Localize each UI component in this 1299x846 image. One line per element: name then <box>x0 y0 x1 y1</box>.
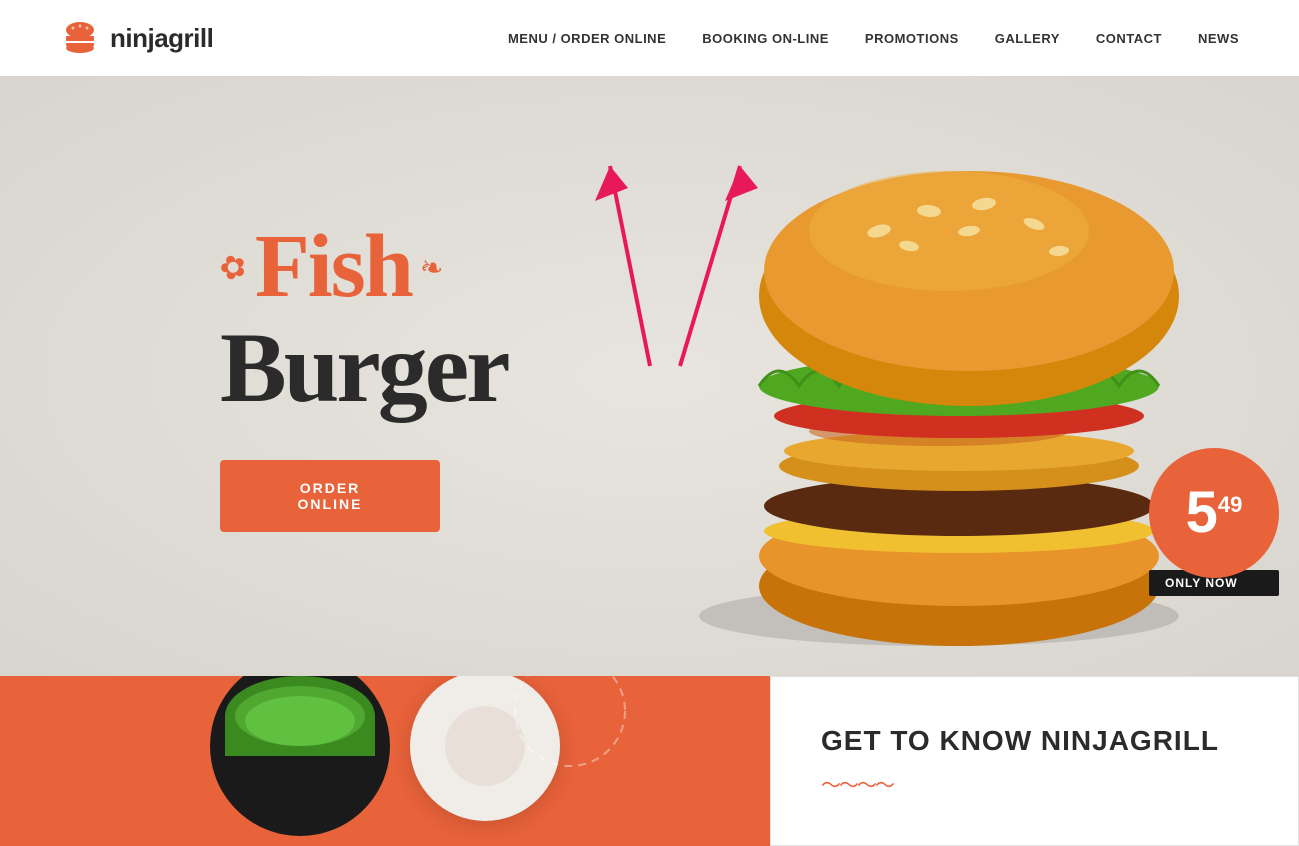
arrows-decoration <box>550 136 800 396</box>
nav-menu-order[interactable]: MENU / ORDER ONLINE <box>508 31 666 46</box>
nav-contact[interactable]: CONTACT <box>1096 31 1162 46</box>
hero-content: ✿ Fish ❧ Burger ORDER ONLINE <box>0 220 507 532</box>
order-online-button[interactable]: ORDER ONLINE <box>220 460 440 532</box>
hero-section: ✿ Fish ❧ Burger ORDER ONLINE <box>0 76 1299 676</box>
leaf-left-icon: ✿ <box>215 247 252 288</box>
food-image-section <box>0 676 770 846</box>
logo-icon <box>60 18 100 58</box>
dashed-decoration <box>510 676 630 771</box>
fish-text: Fish <box>255 220 412 315</box>
nav-news[interactable]: NEWS <box>1198 31 1239 46</box>
get-to-know-section: GET TO KNOW NINJAGRILL 〜〜〜〜 <box>770 676 1299 846</box>
price-main: 5 <box>1186 484 1218 542</box>
price-cents: 49 <box>1218 492 1242 518</box>
sauce-dish <box>410 676 560 821</box>
get-to-know-title: GET TO KNOW NINJAGRILL <box>821 725 1248 757</box>
lettuce-highlight <box>245 696 355 746</box>
hero-title: ✿ Fish ❧ Burger <box>220 220 507 420</box>
burger-text: Burger <box>220 312 507 423</box>
nav-promotions[interactable]: PROMOTIONS <box>865 31 959 46</box>
price-badge: 5 49 ONLY NOW <box>1149 448 1279 596</box>
site-header: ninjagrill MENU / ORDER ONLINE BOOKING O… <box>0 0 1299 76</box>
leaf-right-icon: ❧ <box>418 251 446 284</box>
nav-booking[interactable]: BOOKING ON-LINE <box>702 31 829 46</box>
main-nav: MENU / ORDER ONLINE BOOKING ON-LINE PROM… <box>508 31 1239 46</box>
price-circle: 5 49 <box>1149 448 1279 578</box>
logo-text: ninjagrill <box>110 23 213 54</box>
bowl-item <box>210 676 390 836</box>
food-items-display <box>0 676 770 846</box>
logo-area[interactable]: ninjagrill <box>60 18 213 58</box>
bottom-section: GET TO KNOW NINJAGRILL 〜〜〜〜 <box>0 676 1299 846</box>
nav-gallery[interactable]: GALLERY <box>995 31 1060 46</box>
